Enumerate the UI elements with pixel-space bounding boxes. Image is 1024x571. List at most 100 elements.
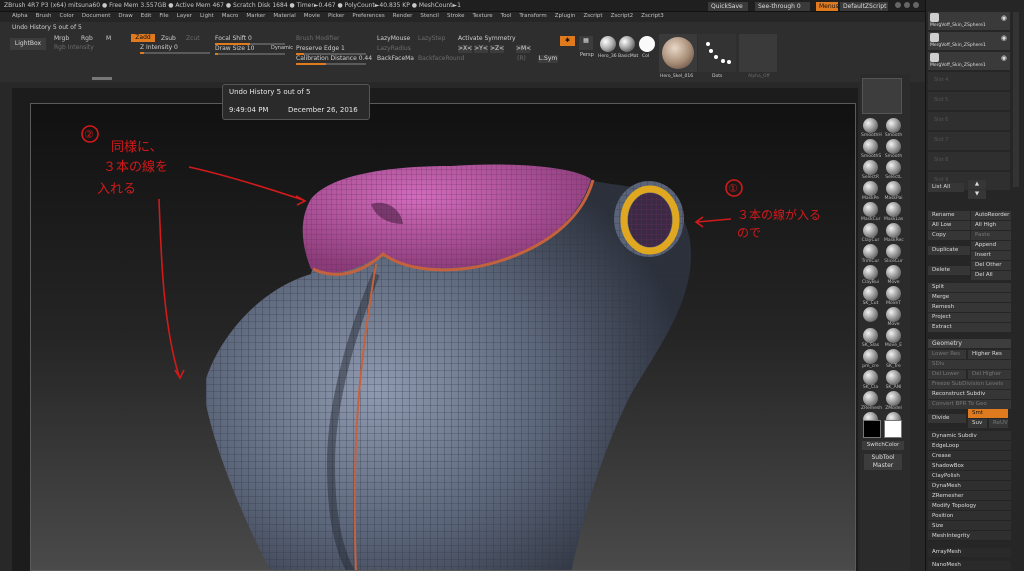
- section-dynamesh[interactable]: DynaMesh: [928, 481, 1011, 491]
- subtool-item[interactable]: ◉ MergVoff_Skin_ZSphere1: [928, 52, 1010, 70]
- lightbox-button[interactable]: LightBox: [10, 38, 46, 50]
- subtool-scrollbar[interactable]: [1013, 12, 1019, 187]
- menu-item-zscript2[interactable]: Zscript2: [611, 13, 634, 19]
- section-dynamic-subdiv[interactable]: Dynamic Subdiv: [928, 431, 1011, 441]
- z-intensity-slider[interactable]: Z Intensity 0: [140, 44, 178, 51]
- draw-size-slider[interactable]: Draw Size 10: [215, 45, 254, 52]
- brush-button[interactable]: Move: [884, 307, 903, 327]
- list-all-button[interactable]: List All: [928, 183, 964, 192]
- menu-item-macro[interactable]: Macro: [222, 13, 239, 19]
- append-button[interactable]: Append: [971, 241, 1011, 250]
- section-size[interactable]: Size: [928, 521, 1011, 531]
- menu-item-transform[interactable]: Transform: [519, 13, 546, 19]
- m-button[interactable]: M: [106, 35, 111, 42]
- del-lower-button[interactable]: Del Lower: [928, 370, 966, 379]
- sym-z-button[interactable]: >Z<: [490, 45, 504, 53]
- brush-button[interactable]: SK_Cut: [861, 286, 880, 306]
- suv-toggle[interactable]: Suv: [968, 419, 987, 428]
- see-through-slider[interactable]: See-through 0: [755, 2, 810, 11]
- brush-button[interactable]: SK_Cla: [861, 370, 880, 390]
- subtool-empty-slot[interactable]: Slot 4: [928, 72, 1010, 90]
- brush-button[interactable]: SK_Tre: [884, 349, 903, 369]
- draw-size-track[interactable]: [215, 53, 285, 55]
- menu-item-draw[interactable]: Draw: [118, 13, 132, 19]
- material-sphere-hero[interactable]: [600, 36, 616, 52]
- menu-item-stencil[interactable]: Stencil: [420, 13, 439, 19]
- quicksave-button[interactable]: QuickSave: [708, 2, 748, 11]
- subtool-item[interactable]: ◉ MergVoff_Skin_ZSphere1: [928, 32, 1010, 50]
- switch-color-button[interactable]: SwitchColor: [862, 441, 904, 450]
- sdiv-slider[interactable]: SDiv: [928, 360, 1011, 369]
- nanomesh-section[interactable]: NanoMesh: [928, 561, 1011, 570]
- section-edgeloop[interactable]: EdgeLoop: [928, 441, 1011, 451]
- activate-symmetry-button[interactable]: Activate Symmetry: [458, 35, 516, 42]
- brush-button[interactable]: MaskPai: [884, 181, 903, 201]
- visibility-eye-icon[interactable]: ◉: [1001, 14, 1007, 22]
- menu-item-texture[interactable]: Texture: [473, 13, 493, 19]
- arrow-up-icon[interactable]: ▲: [968, 180, 986, 189]
- section-shadowbox[interactable]: ShadowBox: [928, 461, 1011, 471]
- brush-button[interactable]: Move: [884, 265, 903, 285]
- menu-item-alpha[interactable]: Alpha: [12, 13, 28, 19]
- brush-button[interactable]: MoveT: [884, 286, 903, 306]
- brush-button[interactable]: SelectL: [884, 160, 903, 180]
- zadd-button[interactable]: Zadd: [131, 34, 155, 42]
- tool-thumbnail[interactable]: [659, 34, 697, 72]
- all-low-button[interactable]: All Low: [928, 221, 970, 230]
- del-all-button[interactable]: Del All: [971, 271, 1011, 280]
- menu-item-color[interactable]: Color: [60, 13, 74, 19]
- rename-button[interactable]: Rename: [928, 211, 970, 220]
- brush-button[interactable]: SK_Slas: [861, 328, 880, 348]
- sym-r-button[interactable]: (R): [517, 55, 526, 62]
- zcut-button[interactable]: Zcut: [186, 35, 200, 42]
- rgb-button[interactable]: Rgb: [81, 35, 93, 42]
- xyz-button[interactable]: ✱: [560, 36, 575, 46]
- sym-y-button[interactable]: >Y<: [474, 45, 488, 53]
- sym-x-button[interactable]: >X<: [458, 45, 472, 53]
- menu-item-movie[interactable]: Movie: [304, 13, 320, 19]
- brush-button[interactable]: SK_ANI: [884, 370, 903, 390]
- menu-item-material[interactable]: Material: [273, 13, 295, 19]
- lazymouse-button[interactable]: LazyMouse: [377, 35, 410, 42]
- minimize-icon[interactable]: [895, 2, 901, 8]
- lazyradius-slider[interactable]: LazyRadius: [377, 45, 411, 52]
- default-zscript-button[interactable]: DefaultZScript: [840, 2, 888, 11]
- arraymesh-section[interactable]: ArrayMesh: [928, 548, 1011, 557]
- focal-shift-slider[interactable]: Focal Shift 0: [215, 35, 252, 42]
- brush-button[interactable]: [861, 307, 880, 326]
- close-icon[interactable]: [913, 2, 919, 8]
- section-meshintegrity[interactable]: MeshIntegrity: [928, 531, 1011, 541]
- brush-button[interactable]: TrimCur: [861, 244, 880, 264]
- section-zremesher[interactable]: ZRemesher: [928, 491, 1011, 501]
- menu-item-tool[interactable]: Tool: [501, 13, 512, 19]
- dynamic-button[interactable]: Dynamic: [271, 45, 293, 51]
- section-claypolish[interactable]: ClayPolish: [928, 471, 1011, 481]
- duplicate-button[interactable]: Duplicate: [928, 246, 970, 255]
- zsub-button[interactable]: Zsub: [161, 35, 176, 42]
- brush-modifier-slider[interactable]: Brush Modifier: [296, 35, 339, 42]
- brush-button[interactable]: SmoothS: [861, 139, 881, 159]
- freeze-subdiv-button[interactable]: Freeze SubDivision Levels: [928, 380, 1011, 389]
- remesh-section[interactable]: Remesh: [928, 303, 1011, 312]
- brush-button[interactable]: MaskPe: [861, 181, 880, 201]
- all-high-button[interactable]: All High: [971, 221, 1011, 230]
- z-intensity-track[interactable]: [140, 52, 210, 54]
- extract-section[interactable]: Extract: [928, 323, 1011, 332]
- subtool-empty-slot[interactable]: Slot 6: [928, 112, 1010, 130]
- divide-button[interactable]: Divide: [928, 414, 966, 423]
- backface-int-slider[interactable]: BackfaceRound: [418, 55, 464, 62]
- menu-item-marker[interactable]: Marker: [246, 13, 265, 19]
- reconstruct-subdiv-button[interactable]: Reconstruct Subdiv: [928, 390, 1011, 399]
- section-modify-topology[interactable]: Modify Topology: [928, 501, 1011, 511]
- color-swatch[interactable]: [639, 36, 655, 52]
- brush-button[interactable]: Smooth: [884, 118, 903, 138]
- subtool-item[interactable]: ◉ MergVoff_Skin_ZSphere1: [928, 12, 1010, 30]
- reuv-button[interactable]: ReUV: [989, 419, 1008, 428]
- secondary-color-swatch[interactable]: [884, 420, 902, 438]
- geometry-header[interactable]: Geometry: [928, 339, 1011, 348]
- section-position[interactable]: Position: [928, 511, 1011, 521]
- primary-color-swatch[interactable]: [863, 420, 881, 438]
- menu-item-preferences[interactable]: Preferences: [352, 13, 384, 19]
- brush-button[interactable]: SelectR: [861, 160, 880, 180]
- sym-m-button[interactable]: >M<: [516, 45, 531, 53]
